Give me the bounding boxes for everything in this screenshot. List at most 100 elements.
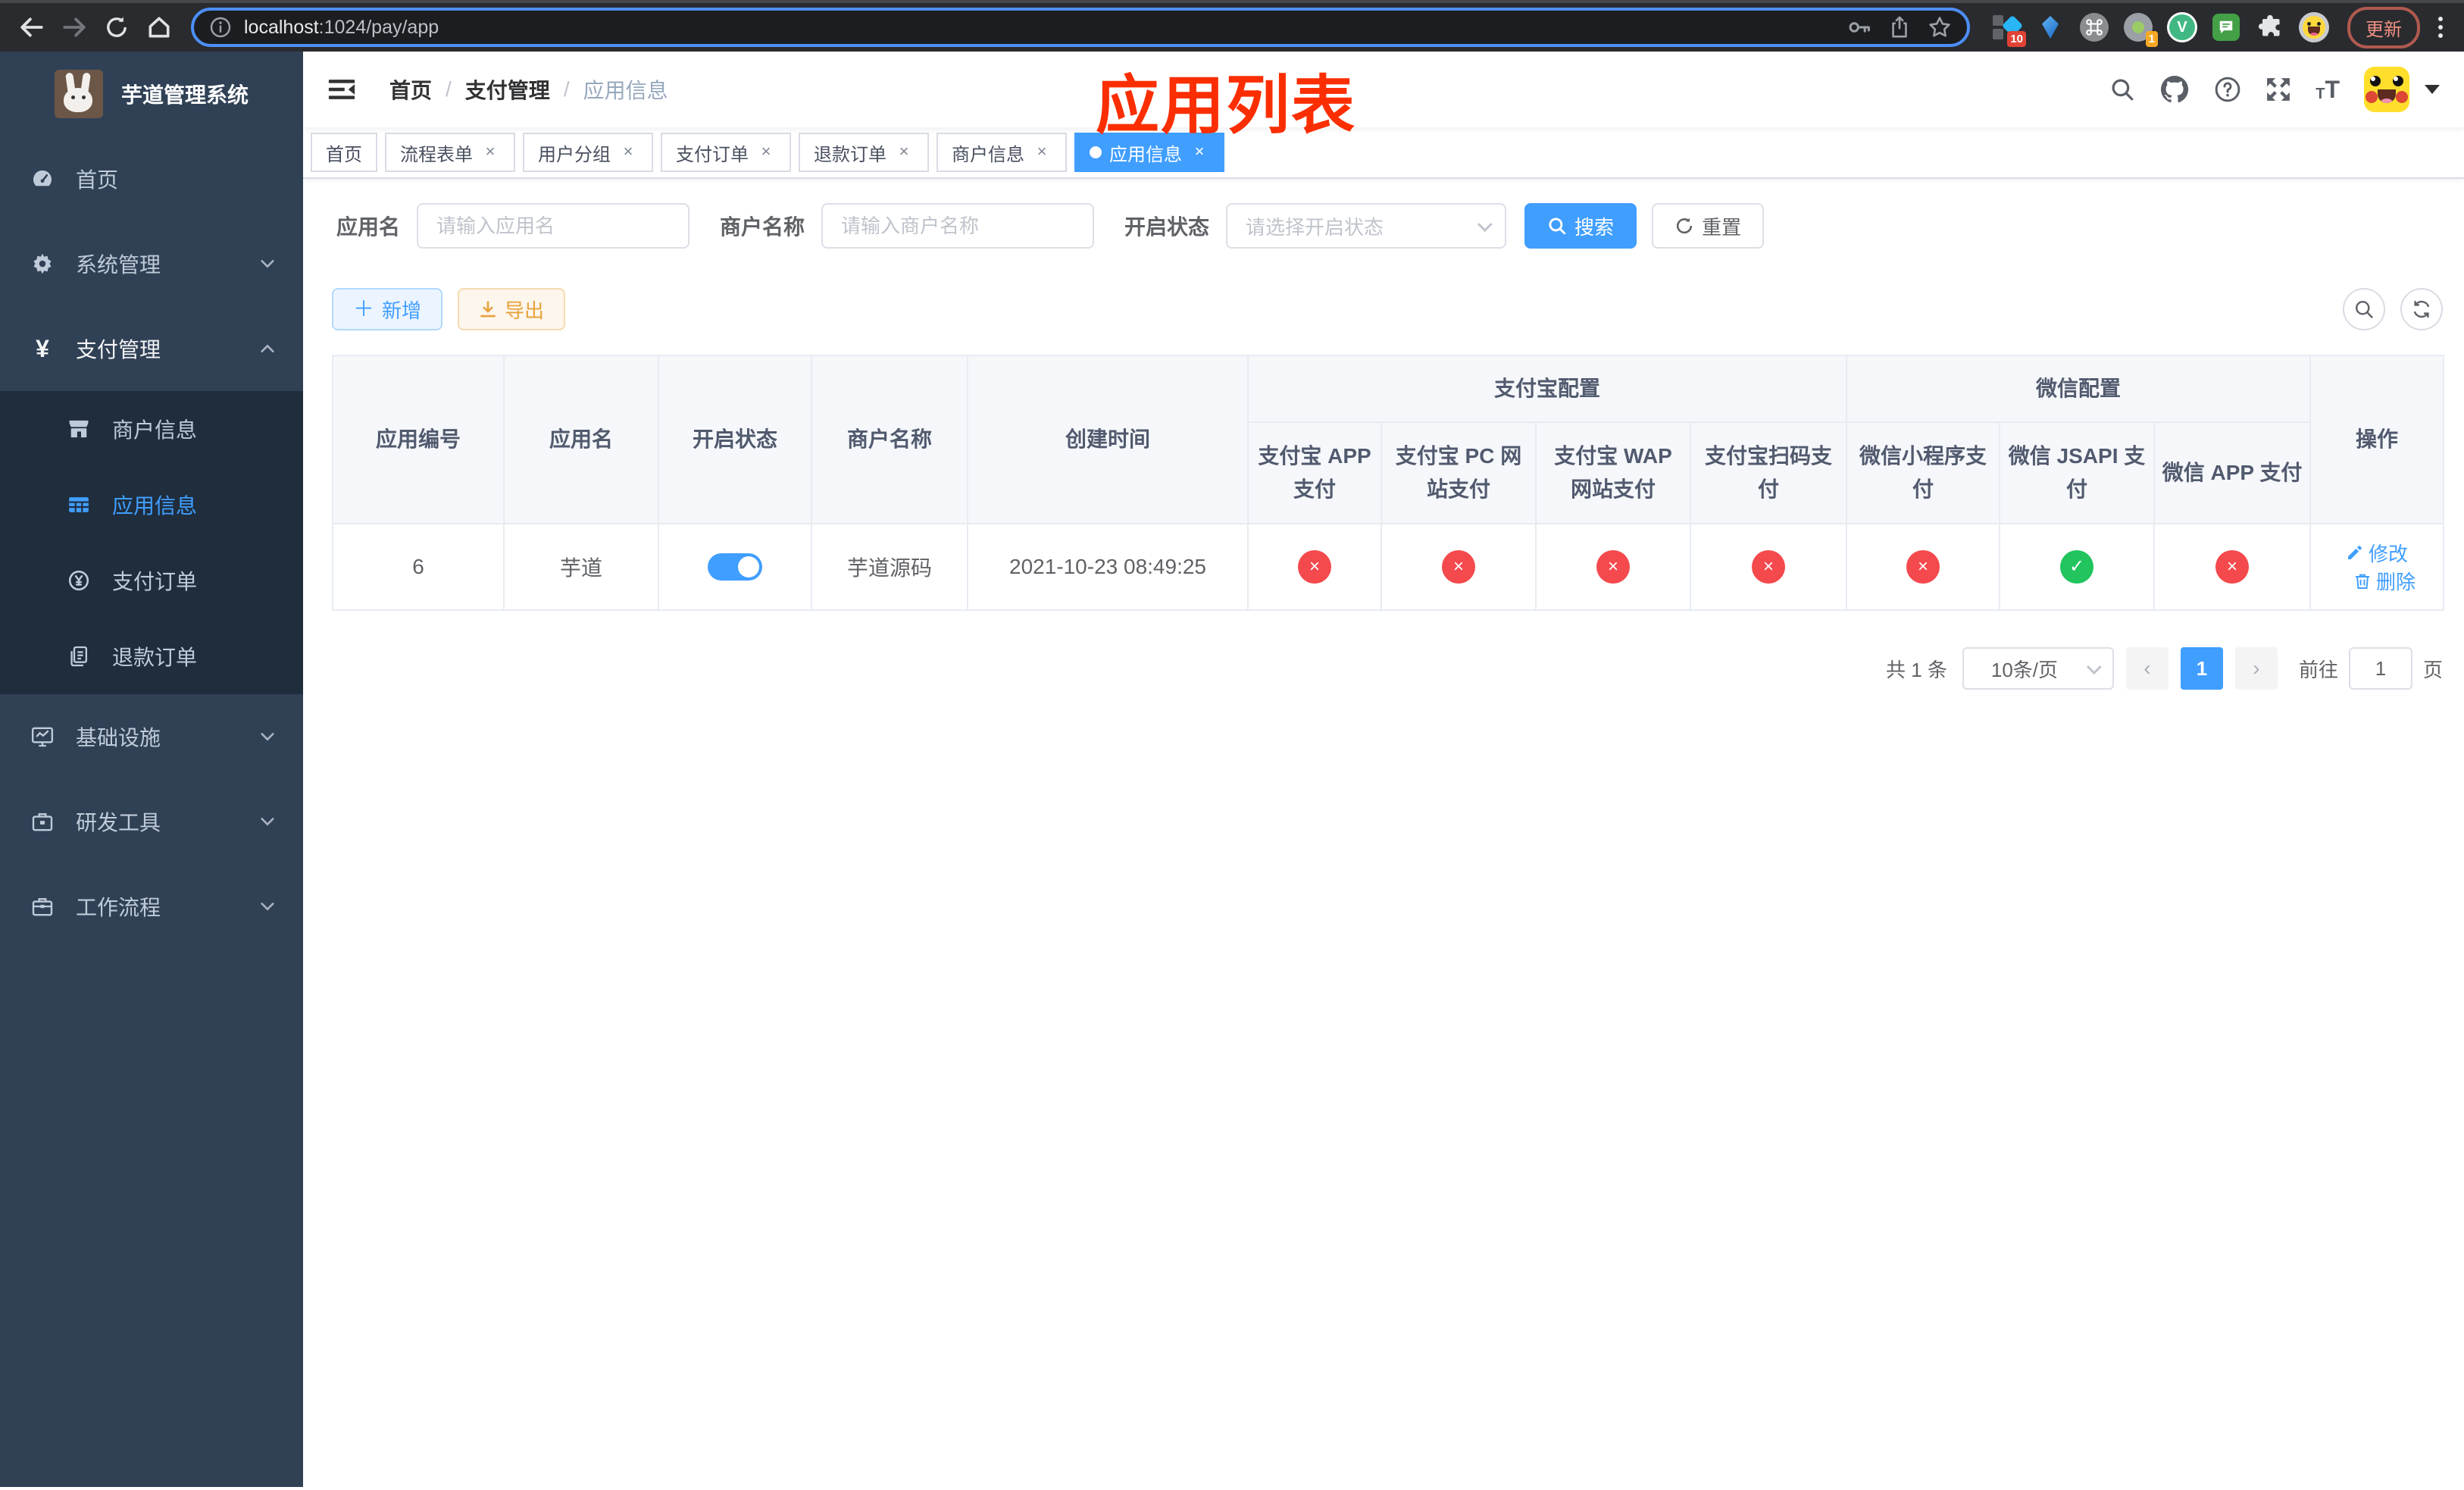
cell-app-name: 芋道 — [503, 523, 659, 611]
sidebar-item-label: 工作流程 — [76, 896, 161, 919]
breadcrumb-current: 应用信息 — [583, 79, 668, 102]
github-icon[interactable] — [2159, 74, 2190, 105]
extension-emoji-icon[interactable] — [2299, 12, 2329, 42]
screen: localhost:1024/pay/app 10 1 V 更新 芋道管理系统 … — [0, 0, 2464, 1490]
col-alipay-wap: 支付宝 WAP 网站支付 — [1535, 421, 1691, 524]
sidebar-toggle-icon[interactable] — [315, 75, 368, 104]
page-annotation-title: 应用列表 — [1096, 70, 1357, 141]
close-icon[interactable]: × — [756, 142, 776, 162]
user-avatar[interactable] — [2364, 67, 2409, 112]
payment-submenu: 商户信息 应用信息 支付订单 退款订单 — [0, 391, 303, 694]
sidebar-item-home[interactable]: 首页 — [0, 136, 303, 221]
sidebar-item-dev-tools[interactable]: 研发工具 — [0, 779, 303, 864]
help-icon[interactable] — [2214, 76, 2241, 103]
sidebar-item-refund-orders[interactable]: 退款订单 — [0, 618, 303, 694]
font-size-icon[interactable]: TT — [2315, 77, 2340, 102]
page-size-select[interactable]: 10条/页 — [1962, 647, 2114, 690]
export-button[interactable]: 导出 — [458, 288, 566, 330]
bookmark-star-icon[interactable] — [1928, 15, 1952, 39]
avatar-caret-icon[interactable] — [2425, 85, 2440, 94]
tab-payment-orders[interactable]: 支付订单 × — [661, 133, 791, 172]
sidebar-item-app-info[interactable]: 应用信息 — [0, 467, 303, 543]
prev-page-button[interactable]: ‹ — [2125, 647, 2169, 690]
sidebar-item-payment[interactable]: ¥ 支付管理 — [0, 306, 303, 391]
sidebar-item-infrastructure[interactable]: 基础设施 — [0, 694, 303, 779]
app-logo[interactable]: 芋道管理系统 — [0, 52, 303, 136]
share-icon[interactable] — [1888, 16, 1911, 39]
refresh-button[interactable] — [2400, 288, 2443, 330]
chevron-down-icon — [259, 255, 276, 272]
extension-kite-icon[interactable] — [2035, 12, 2065, 42]
cell-app-id: 6 — [332, 523, 505, 611]
cell-actions: 修改 删除 — [2309, 523, 2445, 611]
tab-merchant-info[interactable]: 商户信息 × — [937, 133, 1067, 172]
header-search-icon[interactable] — [2109, 77, 2135, 102]
add-button[interactable]: ＋ 新增 — [332, 288, 443, 330]
extension-vue-devtools-icon[interactable]: V — [2167, 12, 2197, 42]
gear-icon — [30, 252, 55, 276]
download-icon — [480, 301, 496, 318]
page-1-button[interactable]: 1 — [2180, 647, 2223, 690]
extension-command-icon[interactable] — [2079, 12, 2109, 42]
briefcase-icon — [30, 894, 55, 919]
yen-circle-icon — [67, 568, 91, 593]
extensions-puzzle-icon[interactable] — [2255, 12, 2285, 42]
close-icon[interactable]: × — [1032, 142, 1052, 162]
password-key-icon[interactable] — [1847, 15, 1871, 39]
extension-recorder-icon[interactable]: 1 — [2123, 12, 2158, 47]
col-wechat-mini: 微信小程序支付 — [1846, 421, 2001, 524]
col-alipay-qr: 支付宝扫码支付 — [1689, 421, 1848, 524]
breadcrumb-home[interactable]: 首页 — [389, 74, 432, 105]
tab-user-group[interactable]: 用户分组 × — [523, 133, 653, 172]
app-title: 芋道管理系统 — [120, 83, 249, 107]
sidebar-item-system[interactable]: 系统管理 — [0, 221, 303, 306]
home-icon[interactable] — [139, 8, 179, 47]
sidebar-item-label: 支付订单 — [112, 570, 198, 593]
tab-home[interactable]: 首页 — [311, 133, 377, 172]
browser-update-button[interactable]: 更新 — [2347, 6, 2420, 49]
status-select[interactable]: 请选择开启状态 — [1226, 203, 1507, 249]
toggle-search-button[interactable] — [2343, 288, 2385, 330]
goto-label: 前往 — [2298, 658, 2338, 681]
top-navbar: 首页 / 支付管理 / 应用信息 T T — [303, 52, 2464, 127]
tab-refund-orders[interactable]: 退款订单 × — [799, 133, 929, 172]
close-icon[interactable]: × — [618, 142, 638, 162]
trash-icon — [2356, 574, 2370, 589]
extension-chat-icon[interactable] — [2211, 12, 2241, 42]
col-actions: 操作 — [2309, 355, 2445, 524]
address-bar[interactable]: localhost:1024/pay/app — [191, 8, 1970, 47]
sidebar-item-label: 基础设施 — [76, 726, 161, 750]
reset-button[interactable]: 重置 — [1652, 203, 1765, 249]
goto-page-input[interactable] — [2348, 647, 2412, 690]
sidebar-item-label: 首页 — [76, 168, 119, 192]
breadcrumb-payment[interactable]: 支付管理 — [465, 74, 550, 105]
extension-tampermonkey-icon[interactable]: 10 — [1991, 12, 2026, 47]
reload-icon[interactable] — [97, 8, 136, 47]
merchant-name-input[interactable] — [821, 203, 1095, 249]
status-label: 开启状态 — [1124, 215, 1210, 239]
sidebar-item-payment-orders[interactable]: 支付订单 — [0, 543, 303, 618]
close-icon[interactable]: × — [894, 142, 914, 162]
col-wechat-app: 微信 APP 支付 — [2153, 421, 2312, 524]
edit-link[interactable]: 修改 — [2346, 539, 2408, 567]
app-name-label: 应用名 — [336, 215, 401, 239]
browser-menu-icon[interactable] — [2429, 17, 2452, 38]
col-created: 创建时间 — [967, 355, 1249, 524]
sidebar-item-merchant-info[interactable]: 商户信息 — [0, 391, 303, 467]
close-icon[interactable]: × — [480, 142, 500, 162]
delete-link[interactable]: 删除 — [2353, 567, 2416, 595]
status-toggle[interactable] — [708, 553, 762, 581]
tab-process-form[interactable]: 流程表单 × — [385, 133, 515, 172]
chevron-down-icon — [2086, 659, 2102, 675]
search-form: 应用名 商户名称 开启状态 请选择开启状态 搜索 — [336, 203, 2443, 249]
page-unit-label: 页 — [2422, 658, 2443, 681]
fullscreen-icon[interactable] — [2265, 77, 2291, 102]
sidebar-item-workflow[interactable]: 工作流程 — [0, 864, 303, 949]
forward-icon[interactable] — [55, 8, 94, 47]
app-name-input[interactable] — [417, 203, 690, 249]
extensions-tray: 10 1 V — [1985, 12, 2335, 47]
site-info-icon[interactable] — [209, 16, 232, 39]
back-icon[interactable] — [12, 8, 52, 47]
next-page-button[interactable]: › — [2234, 647, 2278, 690]
search-button[interactable]: 搜索 — [1524, 203, 1637, 249]
